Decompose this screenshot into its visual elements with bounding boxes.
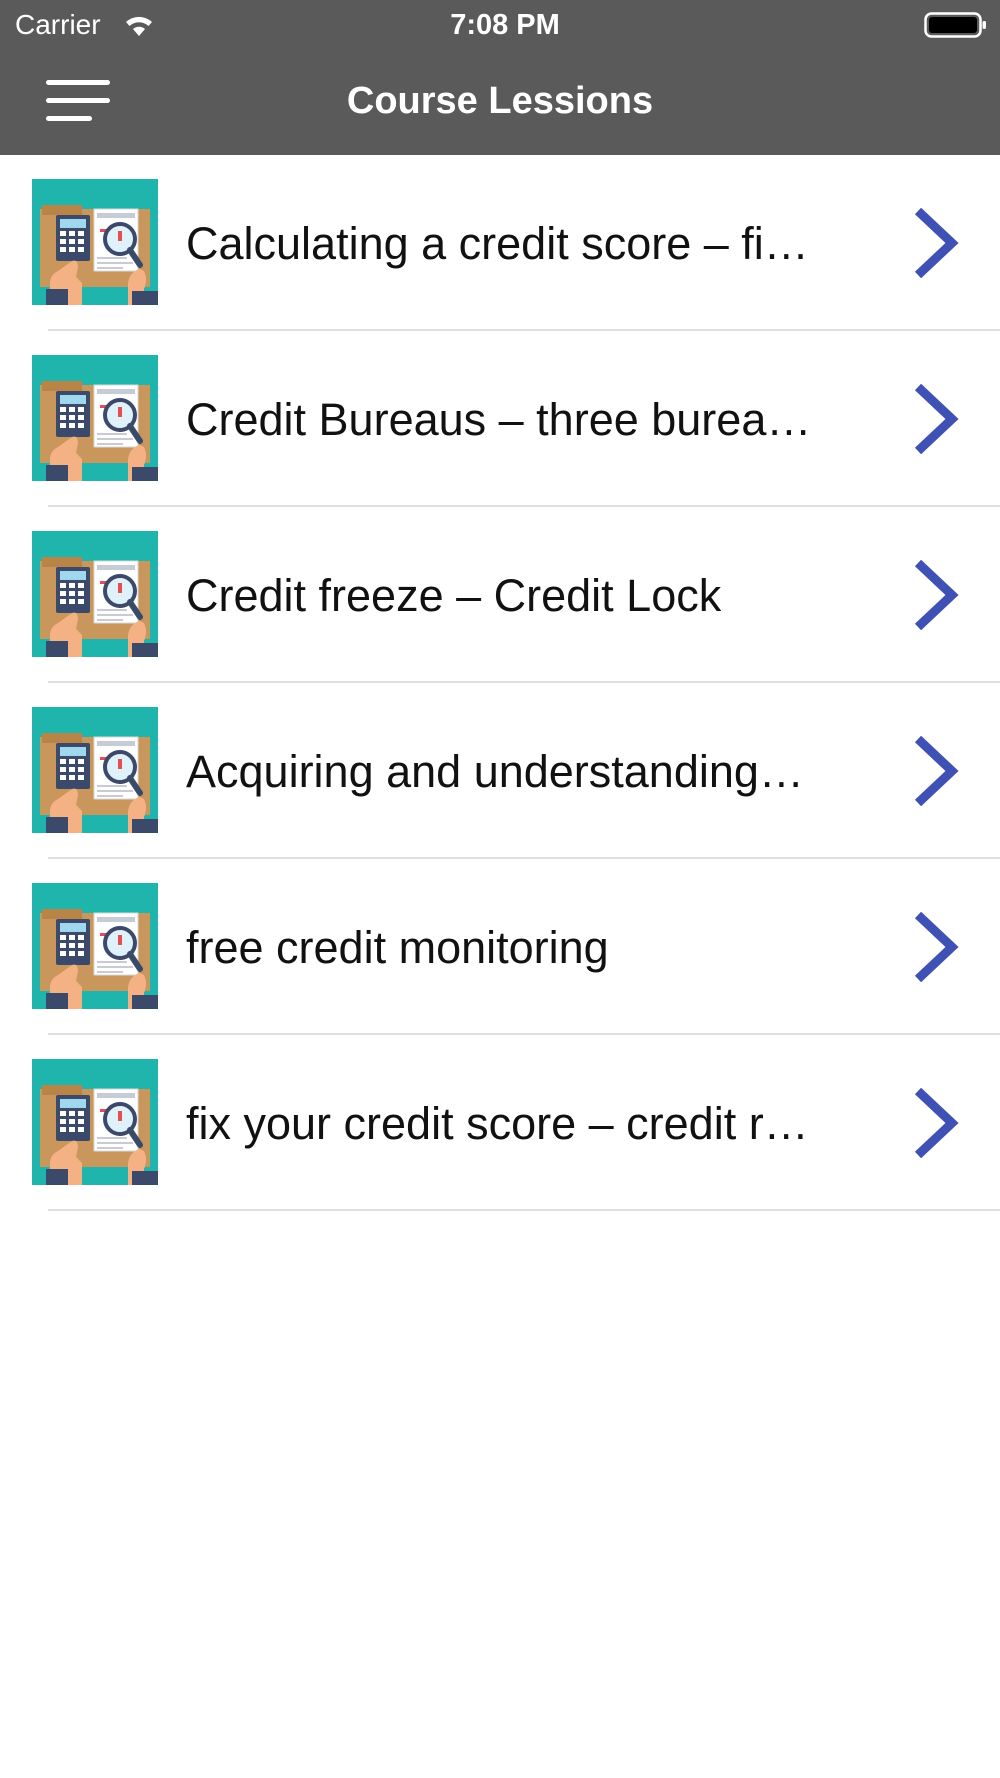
chevron-right-icon — [914, 207, 959, 279]
credit-score-thumbnail-icon — [32, 531, 158, 657]
chevron-right-icon — [914, 559, 959, 631]
lesson-title: Credit freeze – Credit Lock — [186, 570, 722, 621]
lesson-row-4[interactable]: Acquiring and understanding… — [0, 683, 1000, 859]
chevron-right-icon — [914, 911, 959, 983]
lesson-title: Acquiring and understanding… — [186, 746, 804, 797]
top-bar-background: Carrier 7:08 PM Course Lessions — [0, 0, 1000, 155]
lesson-title: Calculating a credit score – fi… — [186, 218, 809, 269]
lesson-row-3[interactable]: Credit freeze – Credit Lock — [0, 507, 1000, 683]
status-bar: Carrier 7:08 PM — [0, 0, 1000, 50]
lesson-row-2[interactable]: Credit Bureaus – three burea… — [0, 331, 1000, 507]
status-time: 7:08 PM — [450, 9, 560, 41]
battery-icon — [924, 12, 986, 38]
lesson-row-6[interactable]: fix your credit score – credit r… — [0, 1035, 1000, 1211]
lesson-row-5[interactable]: free credit monitoring — [0, 859, 1000, 1035]
credit-score-thumbnail-icon — [32, 179, 158, 305]
lesson-title: Credit Bureaus – three burea… — [186, 394, 812, 445]
lesson-title: fix your credit score – credit r… — [186, 1098, 809, 1149]
row-divider — [48, 1209, 1000, 1211]
page-title: Course Lessions — [346, 80, 654, 122]
lesson-row-1[interactable]: Calculating a credit score – fi… — [0, 155, 1000, 331]
credit-score-thumbnail-icon — [32, 707, 158, 833]
chevron-right-icon — [914, 735, 959, 807]
chevron-right-icon — [914, 1087, 959, 1159]
credit-score-thumbnail-icon — [32, 355, 158, 481]
credit-score-thumbnail-icon — [32, 883, 158, 1009]
chevron-right-icon — [914, 383, 959, 455]
app-screen: Carrier 7:08 PM Course Lessions Calculat… — [0, 0, 1000, 1778]
lesson-list: Calculating a credit score – fi… Credit … — [0, 155, 1000, 1211]
navigation-bar: Course Lessions — [0, 50, 1000, 155]
credit-score-thumbnail-icon — [32, 1059, 158, 1185]
lesson-title: free credit monitoring — [186, 922, 609, 973]
